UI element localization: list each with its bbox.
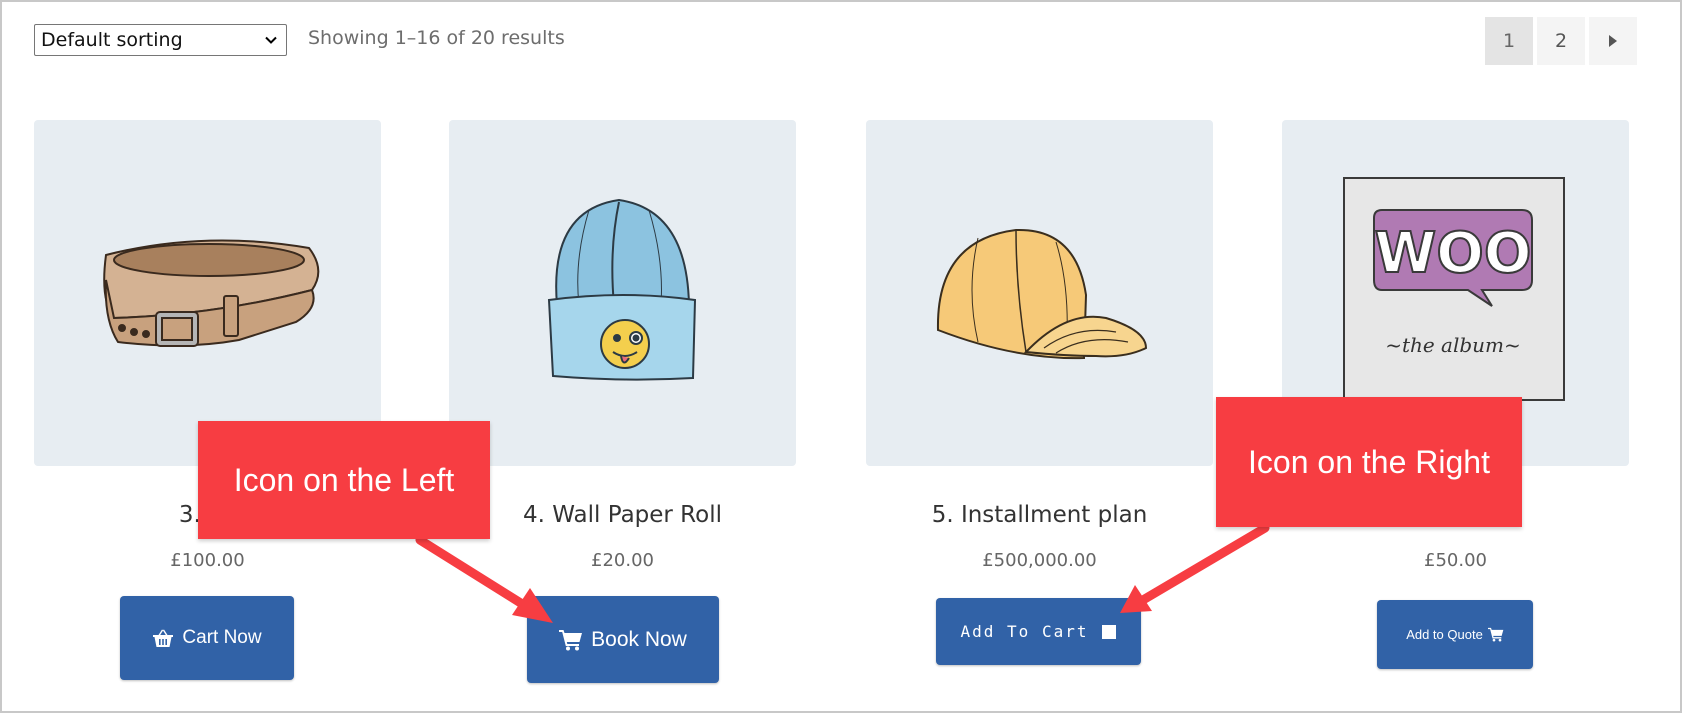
annotation-icon-left: Icon on the Left — [198, 421, 490, 539]
result-count: Showing 1–16 of 20 results — [308, 27, 565, 49]
next-page-button[interactable] — [1589, 17, 1637, 65]
product-price: £100.00 — [170, 550, 245, 571]
product-title[interactable]: 4. Wall Paper Roll — [449, 502, 796, 528]
cart-icon — [1487, 627, 1504, 642]
add-to-quote-label: Add to Quote — [1406, 627, 1483, 642]
sort-select-value: Default sorting — [41, 29, 183, 51]
product-card: 4. Wall Paper Roll £20.00 — [449, 120, 796, 571]
caret-right-icon — [1609, 35, 1617, 47]
product-card: 5. Installment plan £500,000.00 — [866, 120, 1213, 571]
product-card: 3. Vo £100.00 — [34, 120, 381, 571]
product-price: £20.00 — [591, 550, 654, 571]
chevron-down-icon — [265, 36, 277, 44]
square-icon — [1102, 624, 1117, 639]
basket-icon — [153, 629, 174, 647]
album-logo-text: WOO — [1375, 221, 1532, 286]
product-title[interactable]: 5. Installment plan — [866, 502, 1213, 528]
product-image-cap[interactable] — [866, 120, 1213, 466]
sort-select[interactable]: Default sorting — [34, 24, 287, 56]
cart-icon — [559, 629, 583, 650]
product-price: £50.00 — [1424, 550, 1487, 571]
add-to-quote-button[interactable]: Add to Quote — [1377, 600, 1533, 669]
album-subtitle: ~the album~ — [1385, 333, 1521, 357]
add-to-cart-button[interactable]: Add To Cart — [936, 598, 1141, 665]
cart-now-label: Cart Now — [182, 627, 262, 648]
book-now-button[interactable]: Book Now — [527, 596, 719, 683]
page-2-link[interactable]: 2 — [1537, 17, 1585, 65]
cart-now-button[interactable]: Cart Now — [120, 596, 294, 680]
book-now-label: Book Now — [591, 627, 687, 651]
product-price: £500,000.00 — [982, 550, 1097, 571]
pagination: 1 2 — [1485, 17, 1637, 65]
product-image-beanie[interactable] — [449, 120, 796, 466]
product-image-belt[interactable] — [34, 120, 381, 466]
annotation-icon-right: Icon on the Right — [1216, 397, 1522, 527]
page-1-link[interactable]: 1 — [1485, 17, 1533, 65]
add-to-cart-label: Add To Cart — [960, 622, 1089, 641]
